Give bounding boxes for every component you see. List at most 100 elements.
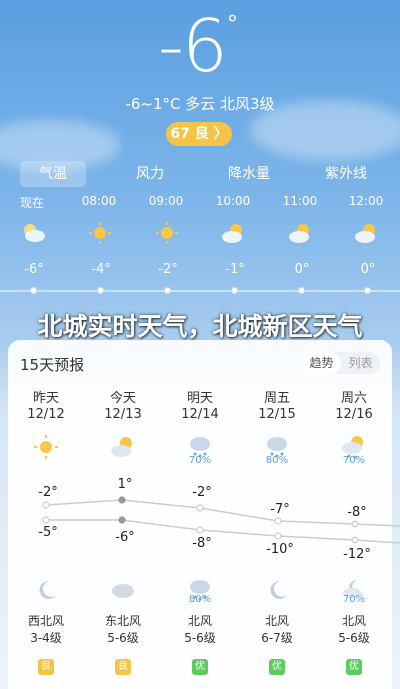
high-temp: -2°	[192, 485, 212, 500]
today-summary: -6~1°C 多云 北风3级	[125, 95, 275, 113]
wind-direction: 北风	[187, 614, 212, 628]
air-quality: 良	[16, 654, 76, 675]
low-temp: -8°	[192, 536, 212, 551]
day-date: 12/12	[27, 407, 65, 422]
wind-level: 5-6级	[107, 631, 139, 645]
high-point	[118, 496, 126, 504]
high-point	[196, 504, 204, 512]
low-point	[351, 536, 359, 544]
hour-temp: -4°	[91, 262, 111, 277]
high-temp: 1°	[117, 477, 133, 492]
partly-cloudy-icon	[289, 224, 309, 243]
air-quality-badge: 良	[38, 659, 54, 675]
high-temp: -2°	[38, 485, 58, 500]
day-name: 周六	[340, 391, 367, 406]
hour-point	[97, 287, 104, 294]
high-temp: -7°	[270, 502, 290, 517]
moon-icon	[270, 580, 287, 599]
toggle-trend[interactable]: 趋势	[302, 352, 341, 374]
cloudy-icon	[112, 584, 134, 598]
air-quality-badge: 良	[115, 659, 131, 675]
tab-temperature[interactable]: 气温	[20, 161, 86, 187]
hour-label: 现在	[19, 196, 44, 210]
partly-cloudy-icon	[111, 437, 132, 457]
low-temp: -6°	[115, 530, 135, 545]
day-date: 12/15	[258, 407, 296, 422]
aqi-badge[interactable]: 67 良 〉	[166, 122, 232, 146]
day-name: 明天	[186, 391, 213, 406]
forecast-title: 15天预报	[20, 356, 85, 374]
hour-label: 11:00	[282, 194, 318, 208]
wind-level: 5-6级	[184, 631, 216, 645]
day-name: 昨天	[32, 391, 59, 406]
current-temperature: -6	[158, 4, 228, 88]
yesterday-divider	[45, 499, 123, 506]
hour-point	[30, 287, 37, 294]
moon-icon	[39, 580, 56, 599]
hourly-times: 现在 08:00 09:00 10:00 11:00 12:00	[0, 194, 400, 210]
low-temp: -12°	[343, 547, 371, 562]
wind-level: 5-6级	[338, 631, 370, 645]
wind-direction: 北风	[264, 614, 289, 628]
hour-point	[231, 287, 238, 294]
wind-direction: 西北风	[27, 614, 64, 628]
high-temp: -8°	[347, 505, 367, 520]
hour-point	[364, 287, 371, 294]
air-quality: 优	[247, 654, 307, 675]
degree-symbol: °	[227, 12, 238, 37]
high-point	[274, 517, 282, 525]
hour-point	[298, 287, 305, 294]
air-quality-badge: 优	[192, 659, 208, 675]
cloudy-night-icon	[24, 224, 45, 242]
hour-label: 08:00	[81, 194, 117, 208]
day-date: 12/16	[335, 407, 373, 422]
partly-cloudy-icon	[355, 224, 375, 243]
hourly-trend-line	[0, 290, 400, 292]
precip-chance: 70%	[342, 455, 366, 466]
hour-temp: -2°	[158, 262, 178, 277]
hour-temp: 0°	[360, 262, 376, 277]
sun-icon	[34, 435, 58, 459]
air-quality-badge: 优	[269, 659, 285, 675]
air-quality: 优	[170, 654, 230, 675]
wind-level: 6-7级	[261, 631, 293, 645]
wind-direction: 东北风	[104, 614, 141, 628]
night-precip-chance: 80%	[188, 594, 212, 605]
day-date: 12/14	[181, 407, 219, 422]
air-quality: 优	[324, 654, 384, 675]
sun-icon	[156, 222, 178, 244]
toggle-list[interactable]: 列表	[341, 352, 380, 374]
current-weather-panel: -6 ° -6~1°C 多云 北风3级 67 良 〉	[0, 0, 400, 170]
partly-cloudy-icon	[222, 224, 242, 243]
low-temp: -10°	[266, 542, 294, 557]
precip-chance: 70%	[188, 455, 212, 466]
wind-level: 3-4级	[30, 631, 62, 645]
tab-precipitation[interactable]: 降水量	[216, 161, 282, 187]
tab-uv[interactable]: 紫外线	[313, 161, 379, 187]
sun-icon	[89, 222, 111, 244]
low-temp: -5°	[38, 525, 58, 540]
metric-tabs: 气温 风力 降水量 紫外线	[0, 161, 400, 187]
hourly-icons	[0, 222, 400, 246]
low-point	[42, 516, 50, 524]
low-point	[118, 516, 126, 524]
night-precip-chance: 70%	[342, 594, 366, 605]
air-quality-badge: 优	[346, 659, 362, 675]
tab-wind[interactable]: 风力	[117, 161, 183, 187]
hour-temp: -6°	[24, 262, 44, 277]
page-headline: 北城实时天气，北城新区天气	[37, 312, 363, 341]
hour-point	[164, 287, 171, 294]
day-date: 12/13	[104, 407, 142, 422]
hour-label: 10:00	[215, 194, 251, 208]
day-name: 今天	[109, 391, 136, 406]
day-name: 周五	[263, 391, 290, 406]
view-toggle: 趋势 列表	[302, 352, 380, 374]
precip-chance: 80%	[265, 455, 289, 466]
hour-label: 12:00	[348, 194, 384, 208]
hour-label: 09:00	[148, 194, 184, 208]
wind-direction: 北风	[341, 614, 366, 628]
low-point	[196, 526, 204, 534]
hour-temp: 0°	[294, 262, 310, 277]
hour-temp: -1°	[225, 262, 245, 277]
high-point	[42, 501, 50, 509]
